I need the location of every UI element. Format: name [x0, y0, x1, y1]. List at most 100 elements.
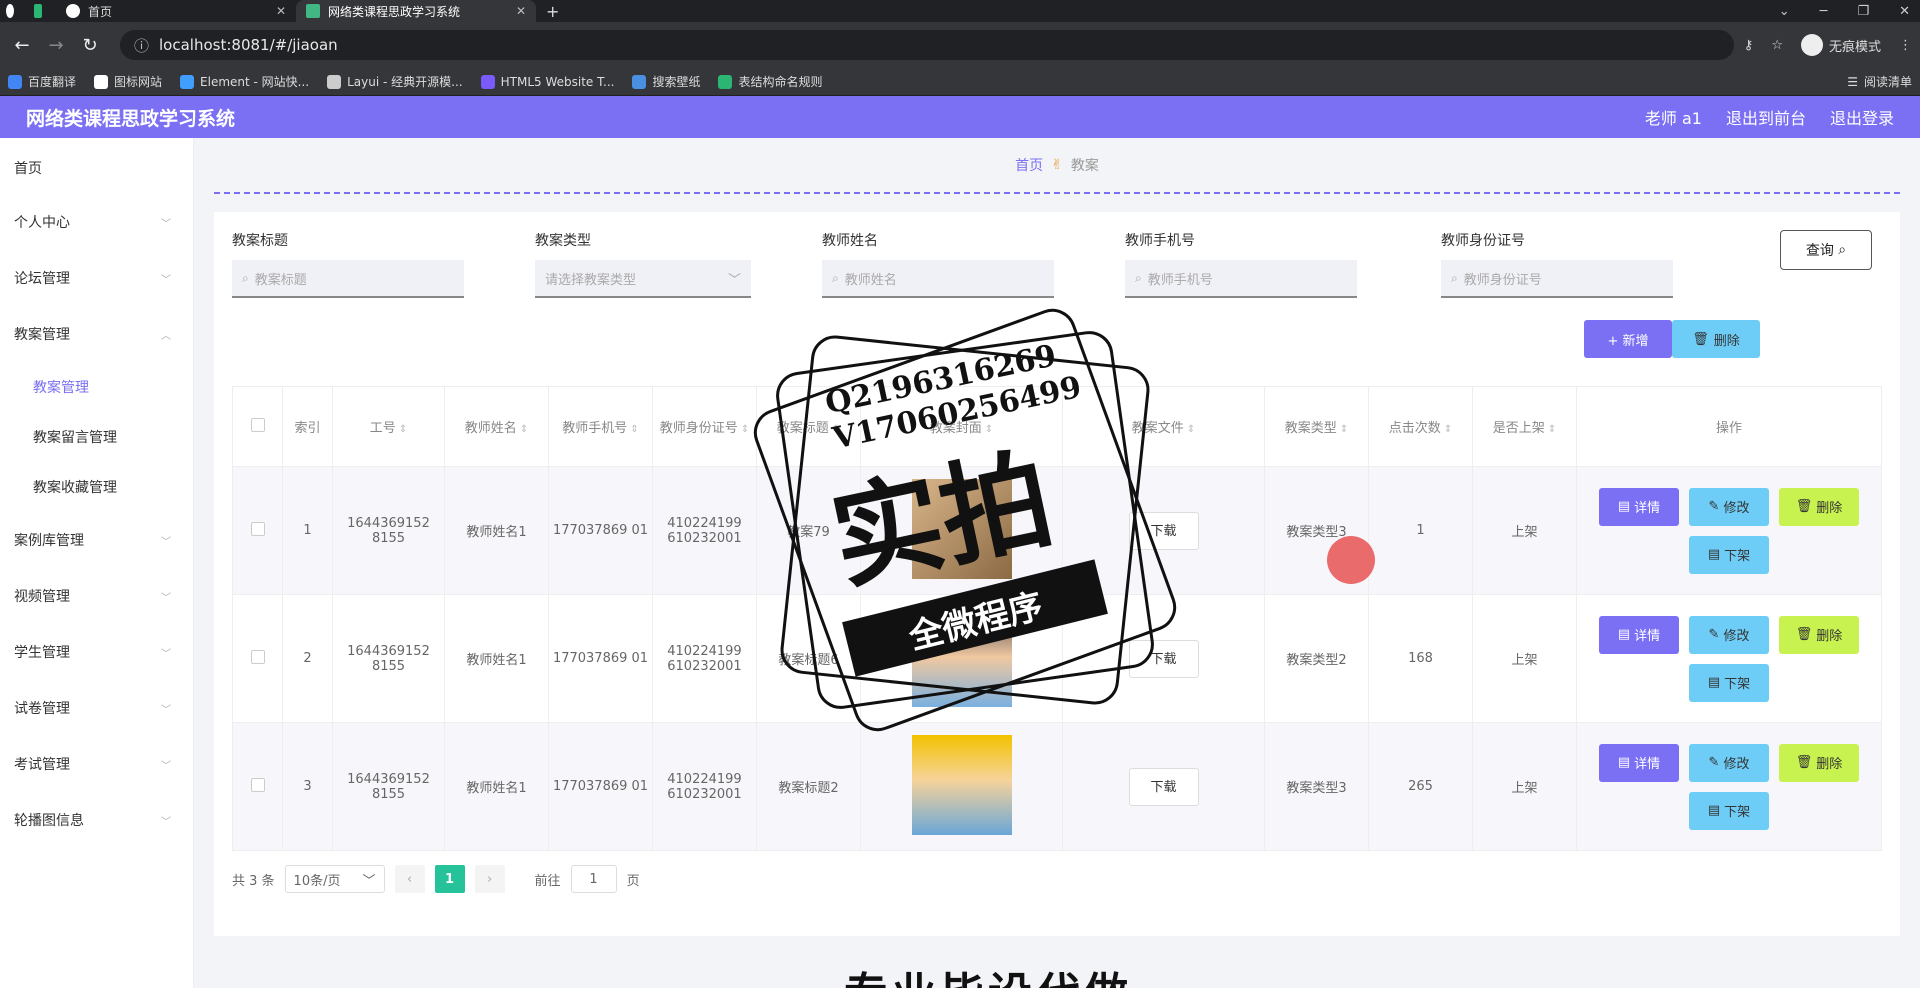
- col-header[interactable]: 点击次数 ⇕: [1368, 386, 1473, 467]
- col-header[interactable]: 教案文件 ⇕: [1062, 386, 1265, 467]
- sort-icon[interactable]: ⇕: [741, 424, 749, 435]
- select-all-checkbox[interactable]: [250, 417, 265, 432]
- edit-button[interactable]: ✎ 修改: [1689, 487, 1769, 526]
- row-checkbox[interactable]: [250, 649, 265, 664]
- col-header[interactable]: 教案封面 ⇕: [860, 386, 1063, 467]
- sidebar-item-video[interactable]: 视频管理 ﹀: [0, 568, 193, 624]
- teacher-id-input[interactable]: ⌕ 教师身份证号: [1441, 260, 1673, 298]
- unpublish-button[interactable]: ▤ 下架: [1689, 791, 1769, 830]
- col-header[interactable]: 教案标题 ⇕: [756, 386, 861, 467]
- col-header[interactable]: 教师姓名 ⇕: [444, 386, 549, 467]
- key-icon[interactable]: ⚷: [1744, 38, 1754, 53]
- sidebar-item-home[interactable]: 首页: [0, 142, 193, 194]
- type-select[interactable]: 请选择教案类型 ﹀: [535, 260, 751, 298]
- prev-page-button[interactable]: ‹: [394, 865, 425, 893]
- bookmark-item[interactable]: Layui - 经典开源模...: [327, 73, 463, 90]
- sidebar-sub-lesson-favorites[interactable]: 教案收藏管理: [0, 462, 193, 512]
- col-header[interactable]: 是否上架 ⇕: [1472, 386, 1577, 467]
- sort-icon[interactable]: ⇕: [1548, 424, 1556, 435]
- sidebar-item-exams[interactable]: 考试管理 ﹀: [0, 736, 193, 792]
- teacher-name-input[interactable]: ⌕ 教师姓名: [822, 260, 1054, 298]
- sort-icon[interactable]: ⇕: [1187, 424, 1195, 435]
- title-input[interactable]: ⌕ 教案标题: [232, 260, 464, 298]
- sort-icon[interactable]: ⇕: [832, 424, 840, 435]
- page-number-current[interactable]: 1: [434, 865, 465, 893]
- detail-button[interactable]: ▤ 详情: [1599, 487, 1679, 526]
- sort-icon[interactable]: ⇕: [1340, 424, 1348, 435]
- bookmark-item[interactable]: Element - 网站快...: [180, 73, 309, 90]
- unpublish-button[interactable]: ▤ 下架: [1689, 663, 1769, 702]
- row-select-cell[interactable]: [232, 466, 283, 595]
- download-button[interactable]: 下载: [1128, 767, 1199, 806]
- sort-icon[interactable]: ⇕: [399, 424, 407, 435]
- browser-tab-1[interactable]: [0, 0, 28, 22]
- sort-icon[interactable]: ⇕: [520, 424, 528, 435]
- sidebar-item-lesson-plan[interactable]: 教案管理 ︿: [0, 306, 193, 362]
- sidebar-sub-lesson-comments[interactable]: 教案留言管理: [0, 412, 193, 462]
- browser-tab-2[interactable]: [28, 0, 56, 22]
- query-button[interactable]: 查询 ⌕: [1780, 230, 1872, 270]
- col-header[interactable]: 教师身份证号 ⇕: [652, 386, 757, 467]
- minimize-icon[interactable]: ─: [1820, 4, 1828, 19]
- star-icon[interactable]: ☆: [1771, 38, 1783, 53]
- detail-button[interactable]: ▤ 详情: [1599, 615, 1679, 654]
- to-front-link[interactable]: 退出到前台: [1726, 105, 1806, 129]
- new-tab-button[interactable]: +: [536, 0, 566, 22]
- batch-delete-button[interactable]: 🗑 删除: [1672, 320, 1760, 358]
- row-checkbox[interactable]: [250, 777, 265, 792]
- download-button[interactable]: 下载: [1128, 639, 1199, 678]
- goto-page-input[interactable]: 1: [570, 865, 617, 893]
- sidebar-item-forum[interactable]: 论坛管理 ﹀: [0, 250, 193, 306]
- unpublish-button[interactable]: ▤ 下架: [1689, 535, 1769, 574]
- sidebar-item-students[interactable]: 学生管理 ﹀: [0, 624, 193, 680]
- back-icon[interactable]: ←: [8, 35, 36, 56]
- col-header[interactable]: 教案类型 ⇕: [1264, 386, 1369, 467]
- browser-tab-active[interactable]: 网络类课程思政学习系统 ✕: [296, 0, 536, 22]
- reload-icon[interactable]: ↻: [76, 35, 104, 56]
- row-select-cell[interactable]: [232, 722, 283, 851]
- incognito-badge[interactable]: 无痕模式: [1800, 34, 1881, 56]
- info-icon[interactable]: ⓘ: [134, 35, 149, 56]
- bookmark-item[interactable]: 图标网站: [94, 73, 162, 90]
- teacher-phone-input[interactable]: ⌕ 教师手机号: [1125, 260, 1357, 298]
- sort-icon[interactable]: ⇕: [630, 424, 638, 435]
- sidebar-item-case-library[interactable]: 案例库管理 ﹀: [0, 512, 193, 568]
- bookmark-item[interactable]: HTML5 Website T...: [480, 74, 614, 89]
- forward-icon[interactable]: →: [42, 35, 70, 56]
- sidebar-item-personal[interactable]: 个人中心 ﹀: [0, 194, 193, 250]
- edit-button[interactable]: ✎ 修改: [1689, 743, 1769, 782]
- logout-link[interactable]: 退出登录: [1830, 105, 1894, 129]
- bookmark-item[interactable]: 搜索壁纸: [632, 73, 700, 90]
- edit-button[interactable]: ✎ 修改: [1689, 615, 1769, 654]
- reading-list[interactable]: ☰ 阅读清单: [1847, 73, 1912, 90]
- sidebar-item-carousel[interactable]: 轮播图信息 ﹀: [0, 792, 193, 848]
- row-checkbox[interactable]: [250, 521, 265, 536]
- delete-button[interactable]: 🗑 删除: [1779, 743, 1859, 782]
- sidebar-item-papers[interactable]: 试卷管理 ﹀: [0, 680, 193, 736]
- sidebar-sub-lesson-plan[interactable]: 教案管理: [0, 362, 193, 412]
- add-button[interactable]: + 新增: [1584, 320, 1672, 358]
- row-select-cell[interactable]: [232, 594, 283, 723]
- browser-tab-home[interactable]: 首页 ✕: [56, 0, 296, 22]
- tab-search-icon[interactable]: ⌄: [1779, 4, 1790, 19]
- close-icon[interactable]: ✕: [516, 4, 526, 18]
- col-header[interactable]: 工号 ⇕: [332, 386, 445, 467]
- breadcrumb-home[interactable]: 首页: [1015, 155, 1043, 175]
- col-header[interactable]: 教师手机号 ⇕: [548, 386, 653, 467]
- maximize-icon[interactable]: ❐: [1857, 4, 1869, 19]
- download-button[interactable]: 下载: [1128, 511, 1199, 550]
- bookmark-item[interactable]: 表结构命名规则: [718, 73, 822, 90]
- menu-icon[interactable]: ⋮: [1899, 38, 1912, 53]
- delete-button[interactable]: 🗑 删除: [1779, 487, 1859, 526]
- page-size-select[interactable]: 10条/页 ﹀: [284, 865, 385, 893]
- select-all-header[interactable]: [232, 386, 283, 467]
- delete-button[interactable]: 🗑 删除: [1779, 615, 1859, 654]
- sort-icon[interactable]: ⇕: [985, 424, 993, 435]
- bookmark-item[interactable]: 百度翻译: [8, 73, 76, 90]
- close-icon[interactable]: ✕: [276, 4, 286, 18]
- next-page-button[interactable]: ›: [474, 865, 505, 893]
- sort-icon[interactable]: ⇕: [1444, 424, 1452, 435]
- detail-button[interactable]: ▤ 详情: [1599, 743, 1679, 782]
- url-input[interactable]: ⓘ localhost:8081/#/jiaoan: [120, 30, 1734, 60]
- close-window-icon[interactable]: ✕: [1899, 4, 1910, 19]
